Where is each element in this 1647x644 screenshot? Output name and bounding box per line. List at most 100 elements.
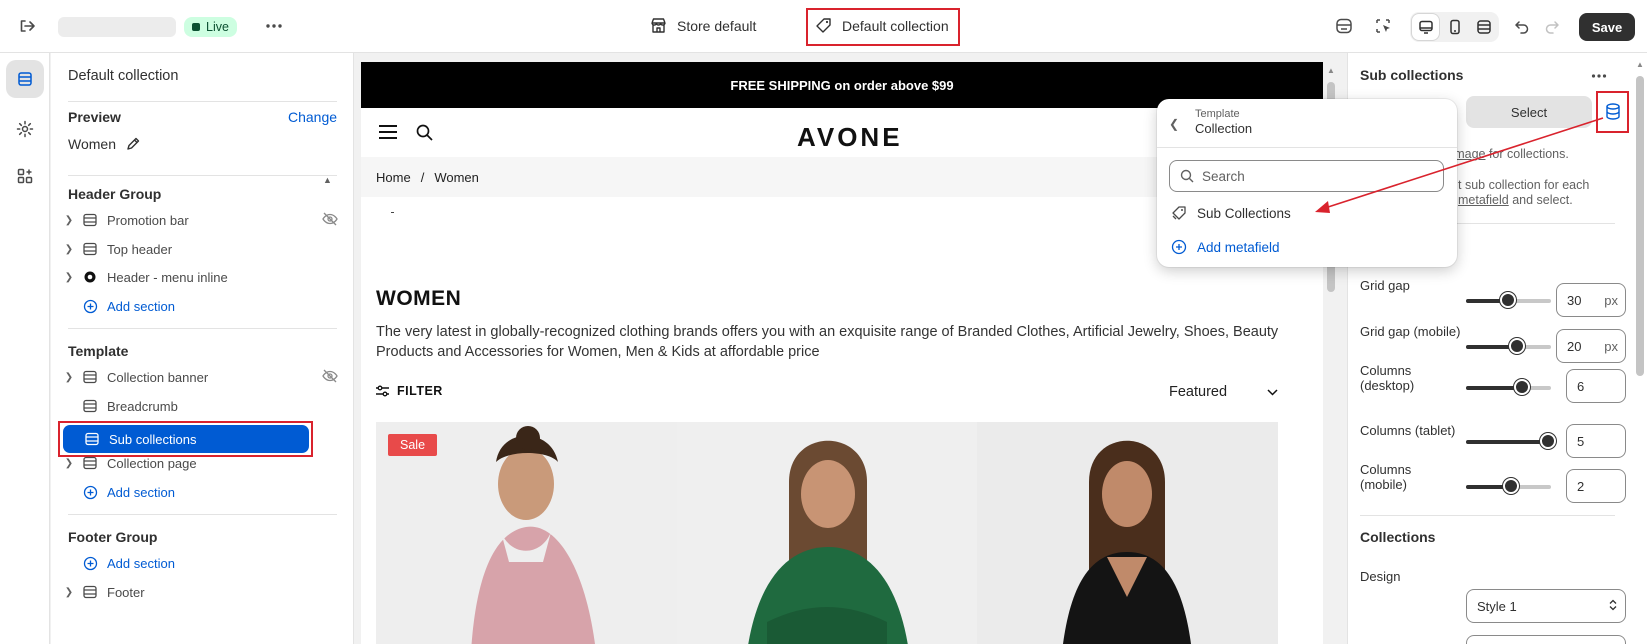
grid-gap-mobile-input[interactable]: 20 px [1556,329,1626,363]
section-icon [79,242,101,256]
columns-tablet-slider[interactable] [1466,433,1556,449]
chevron-right-icon[interactable]: ❯ [61,587,77,598]
exit-icon[interactable] [13,12,41,40]
apps-icon[interactable] [6,157,44,195]
template-title: Template [68,343,129,359]
dynamic-source-database-icon[interactable] [1605,103,1621,123]
select-button[interactable]: Select [1466,96,1592,128]
add-section-label: Add section [107,298,175,314]
columns-mobile-input[interactable]: 2 [1566,469,1626,503]
section-icon [81,432,103,446]
store-template-label: Store default [677,17,757,34]
scroll-thumb[interactable] [1636,76,1644,376]
section-icon [79,370,101,384]
undo-icon[interactable] [1508,12,1536,40]
tree-item-label: Collection banner [107,369,209,385]
tree-item-top-header[interactable]: ❯ Top header [61,235,346,263]
menu-icon[interactable] [379,125,397,142]
add-section-header[interactable]: Add section [61,292,346,320]
fullscreen-icon[interactable] [1470,14,1497,40]
grid-gap-input[interactable]: 30 px [1556,283,1626,317]
tree-item-collection-page[interactable]: ❯ Collection page [61,449,346,477]
chevron-right-icon[interactable]: ❯ [61,215,77,226]
footer-group-title: Footer Group [68,529,158,545]
tree-item-promotion-bar[interactable]: ❯ Promotion bar [61,206,346,234]
edit-pencil-icon[interactable] [126,137,140,154]
tree-item-footer[interactable]: ❯ Footer [61,578,346,606]
collection-title: WOMEN [376,287,462,310]
change-preview-link[interactable]: Change [288,109,337,125]
mobile-icon[interactable] [1441,14,1468,40]
settings-scrollbar[interactable]: ▲ [1635,58,1645,644]
design-select[interactable]: Style 1 [1466,589,1626,623]
divider [68,328,337,329]
back-chevron-icon[interactable]: ❮ [1169,117,1179,131]
store-template-selector[interactable]: Store default [650,17,756,34]
design-label: Design [1360,569,1401,584]
columns-tablet-input[interactable]: 5 [1566,424,1626,458]
desktop-icon[interactable] [1412,14,1439,40]
theme-name-redacted [58,17,176,37]
add-section-footer[interactable]: Add section [61,549,346,577]
product-card[interactable] [677,422,978,644]
product-image [1063,440,1191,644]
option-label: Sub Collections [1197,205,1291,221]
scroll-up-icon[interactable]: ▲ [323,175,332,185]
product-card[interactable]: Sale [376,422,677,644]
columns-tablet-label: Columns (tablet) [1360,423,1456,438]
inspector-icon[interactable] [1369,12,1397,40]
help-text-3-rest: and select. [1508,193,1573,207]
tree-item-label: Breadcrumb [107,398,178,414]
columns-desktop-input[interactable]: 6 [1566,369,1626,403]
next-select-partial[interactable] [1466,635,1626,644]
plus-circle-icon [1171,239,1187,255]
tree-item-collection-banner[interactable]: ❯ Collection banner [61,363,346,391]
add-section-label: Add section [107,484,175,500]
more-actions-icon[interactable] [260,12,288,40]
loading-mark [391,212,394,213]
settings-gear-icon[interactable] [6,110,44,148]
store-logo[interactable]: AVONE [797,122,903,153]
save-button[interactable]: Save [1579,13,1635,41]
theme-settings-icon[interactable] [1330,12,1358,40]
columns-desktop-slider[interactable] [1466,379,1551,395]
columns-desktop-label: Columns (desktop) [1360,363,1415,393]
popover-kicker: Template [1195,108,1240,120]
grid-gap-slider[interactable] [1466,292,1551,308]
template-selector-label: Default collection [842,17,949,34]
add-metafield-button[interactable]: Add metafield [1165,233,1449,261]
hidden-eye-icon[interactable] [322,212,338,229]
sale-badge: Sale [388,434,438,456]
add-section-template[interactable]: Add section [61,478,346,506]
search-icon[interactable] [416,124,433,144]
collection-description: The very latest in globally-recognized c… [376,324,1279,360]
popover-search-field[interactable]: Search [1169,160,1444,192]
search-icon [1180,169,1194,186]
columns-mobile-slider[interactable] [1466,478,1551,494]
scroll-up-icon[interactable]: ▲ [1327,66,1335,75]
chevron-right-icon[interactable]: ❯ [61,272,77,283]
product-card[interactable] [977,422,1278,644]
chevron-right-icon[interactable]: ❯ [61,244,77,255]
sections-panel: Default collection Preview Change Women … [51,53,354,644]
template-selector[interactable]: Default collection [815,17,949,34]
scroll-up-icon[interactable]: ▲ [1636,60,1644,69]
breadcrumb-home[interactable]: Home [376,170,411,185]
help-link-metafield[interactable]: metafield [1458,193,1509,207]
redo-icon[interactable] [1538,12,1566,40]
popover-title: Collection [1195,121,1253,136]
more-actions-icon[interactable] [1591,67,1607,82]
tree-item-breadcrumb[interactable]: Breadcrumb [61,392,346,420]
option-sub-collections[interactable]: Sub Collections [1165,199,1449,227]
sections-icon[interactable] [6,60,44,98]
plus-circle-icon [79,556,101,571]
chevron-right-icon[interactable]: ❯ [61,458,77,469]
chevron-right-icon[interactable]: ❯ [61,372,77,383]
tree-item-header-menu-inline[interactable]: ❯ Header - menu inline [61,263,346,291]
sort-select[interactable]: Featured [1169,384,1278,400]
section-icon [79,399,101,413]
hidden-eye-icon[interactable] [322,369,338,386]
store-icon [651,18,666,33]
grid-gap-mobile-slider[interactable] [1466,338,1551,354]
filter-button[interactable]: FILTER [376,384,443,398]
